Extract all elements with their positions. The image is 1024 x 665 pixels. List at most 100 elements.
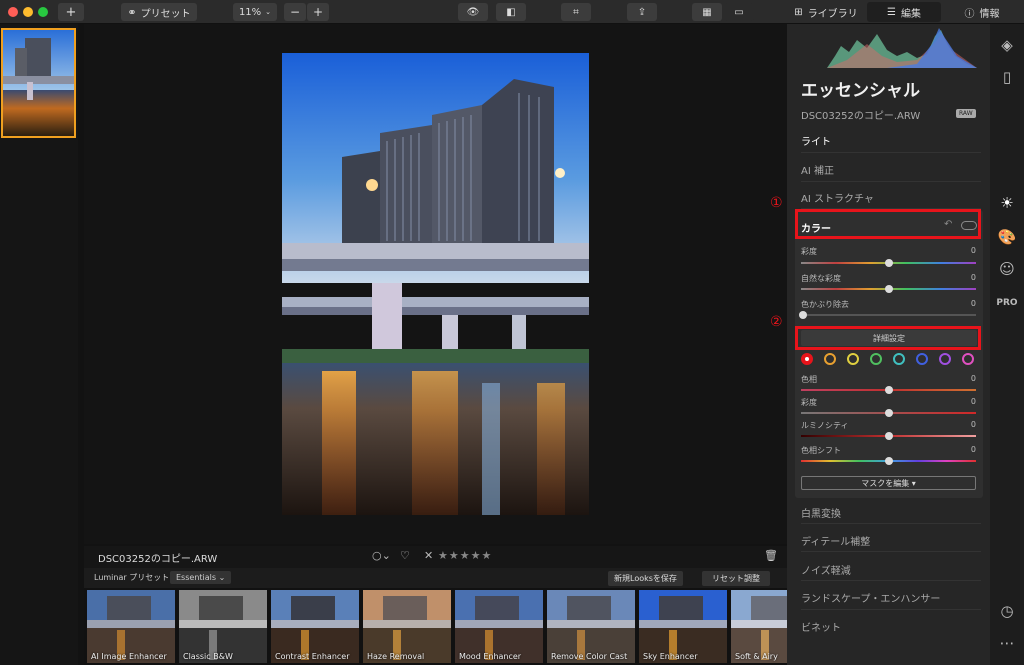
close-window-button[interactable] [8,7,18,17]
top-toolbar: + ⚭ プリセット 11% ⌄ − + 👁 ◧ ⌗ ⇪ ▦ ▭ ⊞ ライブラリ ☰ 編… [0,0,1024,24]
reset-adjustments-button[interactable]: リセット調整 [702,571,770,586]
zoom-in-button[interactable]: + [307,3,329,21]
hsl-blue-swatch[interactable] [916,353,928,365]
slider-knob[interactable] [885,259,893,267]
slider-label-hsl-saturation: 彩度 [801,398,817,407]
layers-icon[interactable]: ◈ [998,36,1016,54]
slider-knob[interactable] [885,432,893,440]
share-button[interactable]: ⇪ [627,3,657,21]
palette-icon[interactable]: 🎨 [998,228,1017,246]
preset-button[interactable]: ⚭ プリセット [121,3,197,21]
library-icon: ⊞ [794,6,803,18]
preset-item[interactable]: Contrast Enhancer [271,590,359,663]
hsl-purple-swatch[interactable] [939,353,951,365]
divider [801,609,981,610]
share-icon: ⇪ [637,6,647,18]
section-noise[interactable]: ノイズ軽減 [801,562,851,577]
edit-panel: エッセンシャル DSC03252のコピー.ARW RAW ライト AI 補正 A… [787,24,990,665]
color-label-icon[interactable]: ○⌄ [372,549,391,562]
slider-label-vibrance: 自然な彩度 [801,274,841,283]
compare-button[interactable]: ◧ [496,3,526,21]
heart-icon[interactable]: ♡ [400,549,410,562]
hsl-saturation-slider[interactable] [801,409,976,417]
crop-icon: ⌗ [573,6,579,18]
section-ai-structure[interactable]: AI ストラクチャ [801,190,874,205]
hsl-green-swatch[interactable] [870,353,882,365]
hsl-yellow-swatch[interactable] [847,353,859,365]
preset-item[interactable]: AI Image Enhancer [87,590,175,663]
preset-item[interactable]: Sky Enhancer [639,590,727,663]
zoom-dropdown[interactable]: 11% ⌄ [233,3,277,21]
sliders-icon: ☰ [887,6,896,18]
reject-icon[interactable]: ✕ [424,549,433,562]
divider [801,523,981,524]
tab-library[interactable]: ⊞ ライブラリ [787,2,865,22]
preset-item[interactable]: Mood Enhancer [455,590,543,663]
remove-cast-slider[interactable] [799,311,976,319]
preset-category-dropdown[interactable]: Essentials ⌄ [170,571,232,584]
section-light[interactable]: ライト [801,133,831,148]
hsl-aqua-swatch[interactable] [893,353,905,365]
hsl-red-swatch[interactable] [801,353,813,365]
star-rating[interactable]: ★★★★★ [438,549,492,562]
divider [801,551,981,552]
slider-knob[interactable] [885,386,893,394]
section-landscape[interactable]: ランドスケープ・エンハンサー [801,590,940,605]
slider-knob[interactable] [885,457,893,465]
preset-bar-label: Luminar プリセット [94,573,170,582]
sun-icon[interactable]: ☀ [998,194,1016,212]
annotation-box-color [795,209,981,239]
grid-view-button[interactable]: ▦ [692,3,722,21]
slider-knob[interactable] [885,285,893,293]
pro-icon[interactable]: PRO [996,294,1017,312]
trash-icon[interactable]: 🗑 [764,549,778,562]
preset-item[interactable]: Soft & Airy [731,590,787,663]
hsl-orange-swatch[interactable] [824,353,836,365]
hue-slider[interactable] [801,386,976,394]
saturation-slider[interactable] [801,259,976,267]
slider-label-saturation: 彩度 [801,247,817,256]
history-icon[interactable]: ◷ [998,602,1016,620]
annotation-number-one: ① [770,195,783,211]
luminosity-slider[interactable] [801,432,976,440]
hue-shift-slider[interactable] [801,457,976,465]
slider-label-luminosity: ルミノシティ [801,421,849,430]
zoom-window-button[interactable] [38,7,48,17]
section-ai-enhance[interactable]: AI 補正 [801,162,834,177]
canvas-icon[interactable]: ▯ [998,68,1016,86]
face-icon[interactable]: ☺ [998,260,1016,278]
save-looks-button[interactable]: 新規Looksを保存 [608,571,683,586]
divider [801,152,981,153]
slider-knob[interactable] [885,409,893,417]
preset-item[interactable]: Haze Removal [363,590,451,663]
preset-item[interactable]: Classic B&W [179,590,267,663]
preset-strip: AI Image Enhancer Classic B&W Contrast E… [84,588,787,665]
annotation-box-advanced [795,326,981,350]
slider-label-hue: 色相 [801,375,817,384]
main-photo[interactable] [282,53,589,515]
panel-title: エッセンシャル [801,81,920,101]
chevron-down-icon: ⌄ [265,8,272,16]
add-image-button[interactable]: + [58,3,84,21]
preview-toggle-button[interactable]: 👁 [458,3,488,21]
preset-bar: Luminar プリセット Essentials ⌄ 新規Looksを保存 リセ… [84,568,787,588]
more-icon[interactable]: ⋯ [998,634,1016,652]
minimize-window-button[interactable] [23,7,33,17]
section-vignette[interactable]: ビネット [801,619,841,634]
edit-mask-button[interactable]: マスクを編集 ▾ [801,476,976,490]
tab-info[interactable]: ⓘ 情報 [943,2,1021,22]
slider-knob[interactable] [799,311,807,319]
selected-thumbnail[interactable] [1,28,76,138]
crop-button[interactable]: ⌗ [561,3,591,21]
vibrance-slider[interactable] [801,285,976,293]
section-detail[interactable]: ディテール補整 [801,533,870,548]
section-bw[interactable]: 白黒変換 [801,505,841,520]
single-view-button[interactable]: ▭ [724,3,754,21]
preset-item[interactable]: Remove Color Cast [547,590,635,663]
panel-filename: DSC03252のコピー.ARW [801,111,921,122]
slider-value-hue: 0 [970,374,976,383]
tab-edit[interactable]: ☰ 編集 [867,2,941,22]
hsl-magenta-swatch[interactable] [962,353,974,365]
annotation-number-two: ② [770,314,783,330]
zoom-out-button[interactable]: − [284,3,306,21]
